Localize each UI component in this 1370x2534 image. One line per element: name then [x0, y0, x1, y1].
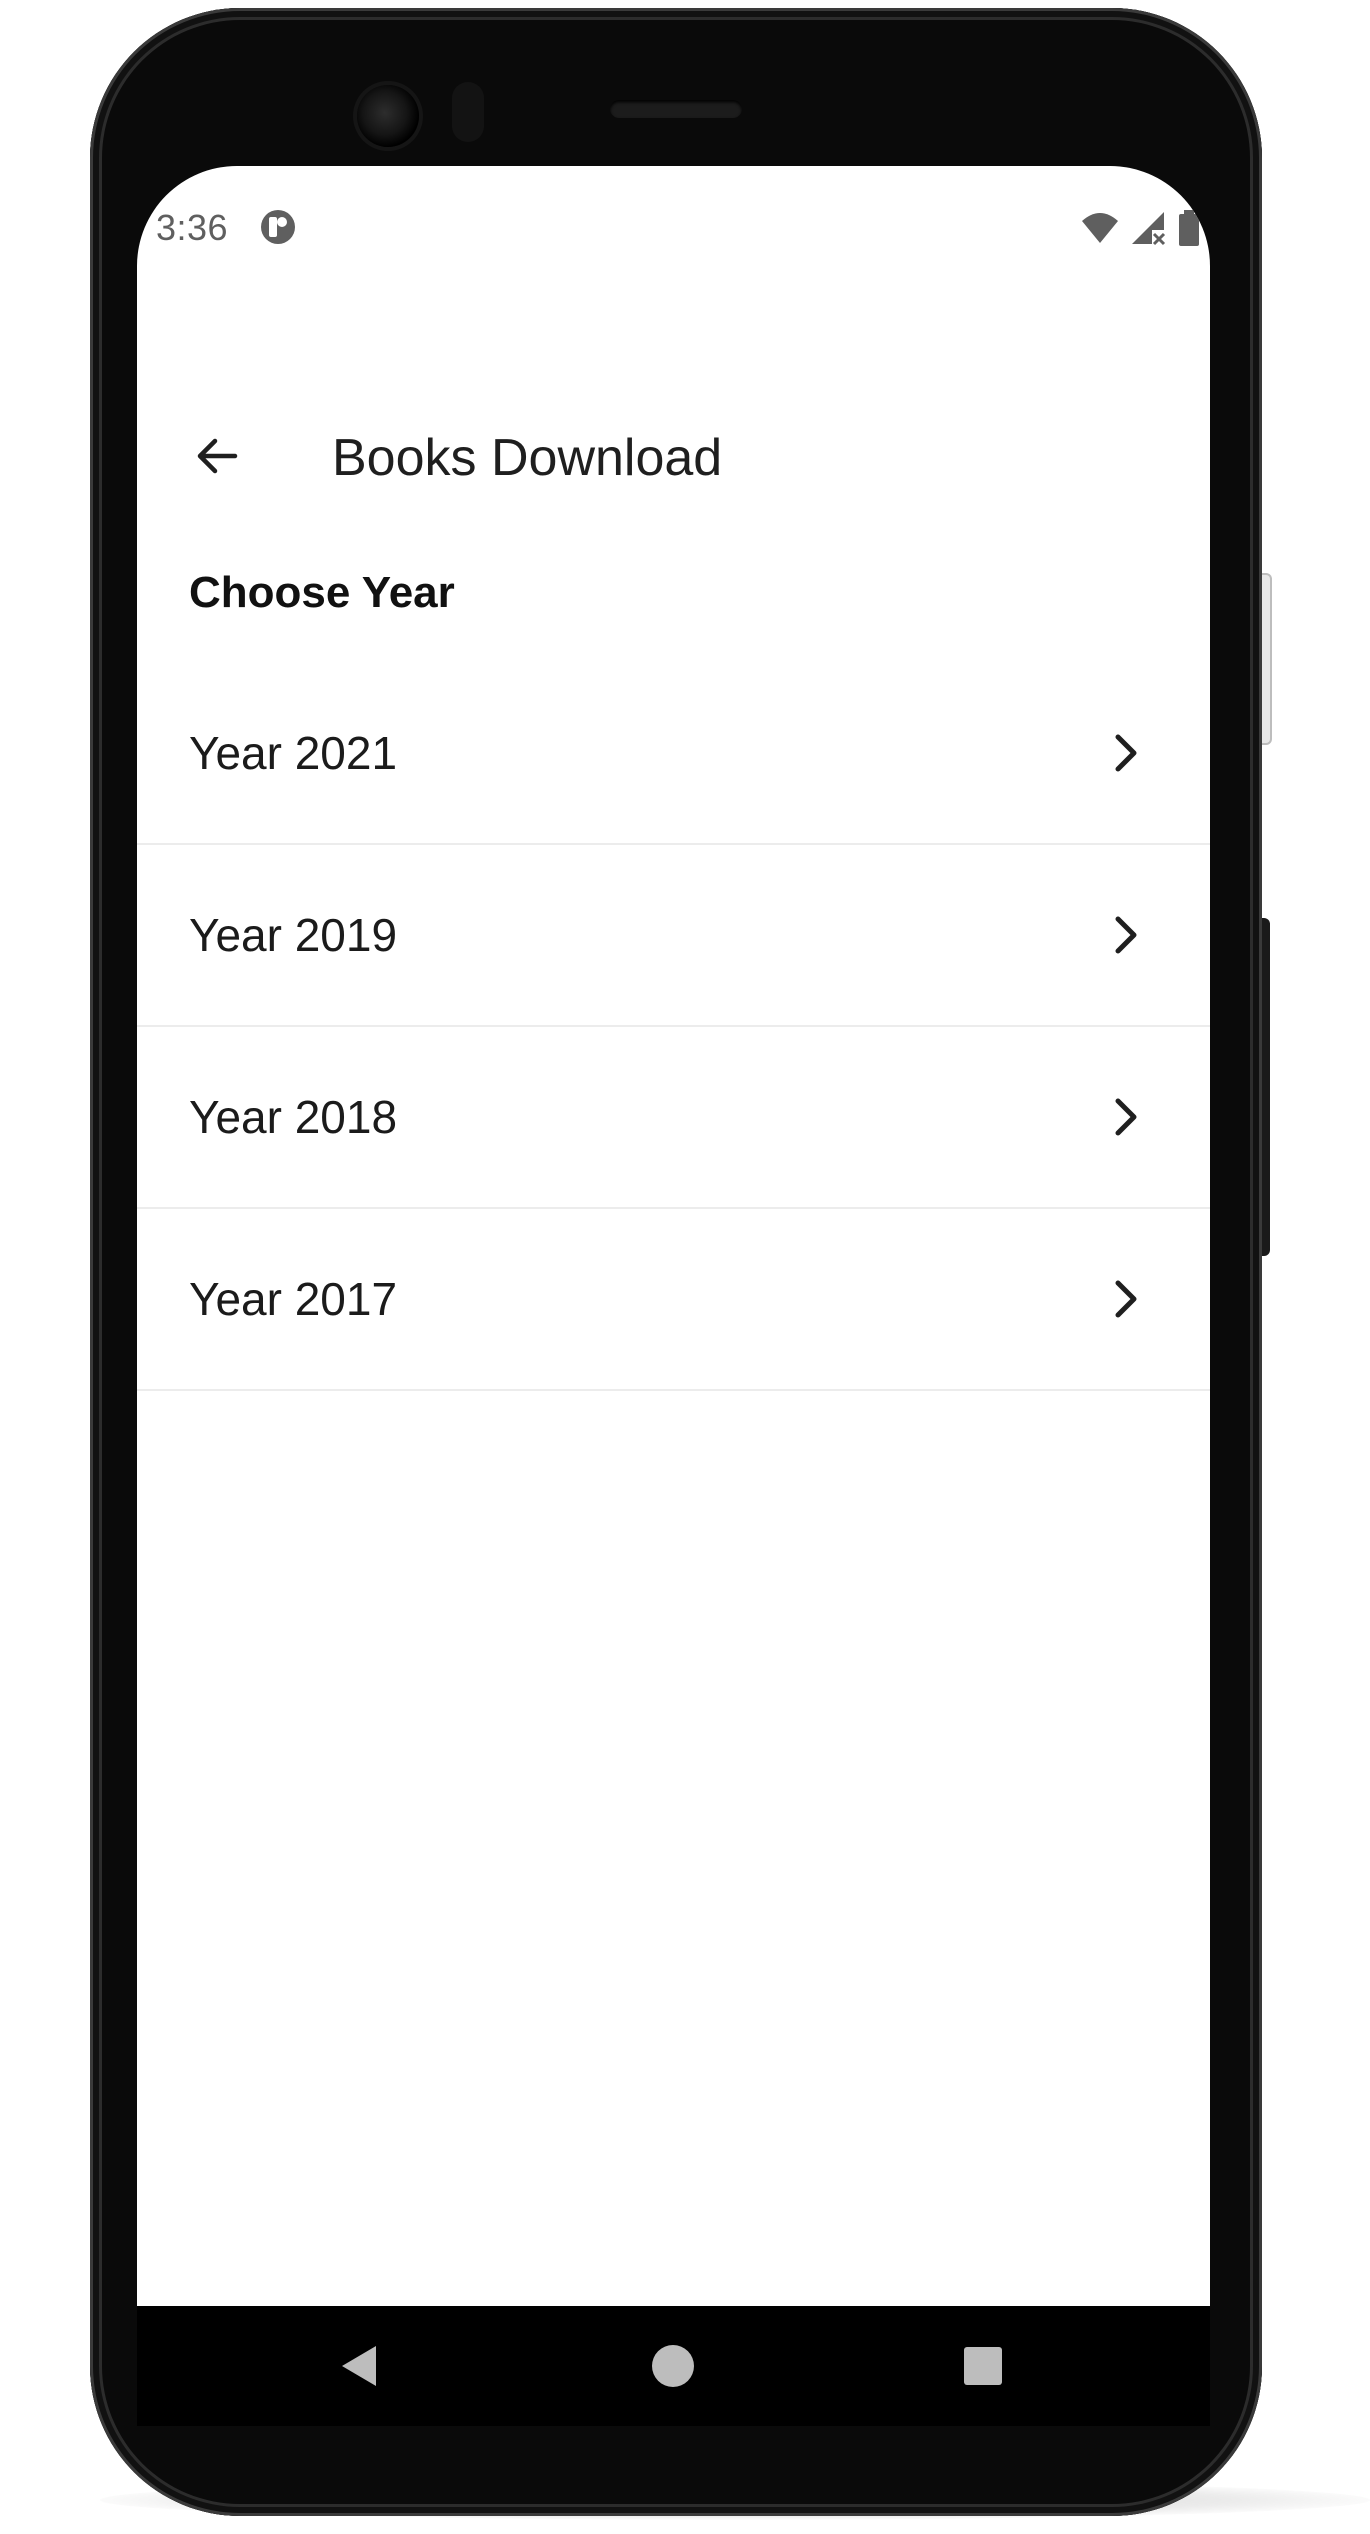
list-item-year-2021[interactable]: Year 2021 [137, 663, 1210, 845]
device-stage: 3:36 Books Download Choose Year Year 202… [0, 0, 1370, 2534]
app-notification-icon [261, 210, 295, 244]
wifi-icon [1082, 213, 1118, 243]
proximity-sensor [452, 82, 484, 142]
back-button[interactable] [173, 412, 261, 500]
chevron-right-icon [1115, 734, 1137, 772]
arrow-back-icon [197, 438, 238, 474]
chevron-right-icon [1115, 916, 1137, 954]
nav-recents-button[interactable] [953, 2336, 1013, 2396]
status-bar: 3:36 [137, 166, 1210, 296]
section-header: Choose Year [189, 568, 455, 617]
back-triangle-icon [342, 2346, 376, 2386]
status-time: 3:36 [156, 207, 229, 248]
nav-back-button[interactable] [328, 2336, 388, 2396]
app-bar: Books Download [137, 386, 1210, 526]
year-label: Year 2021 [189, 727, 398, 779]
year-list: Year 2021 Year 2019 Year 2018 Year 2017 [137, 663, 1210, 1391]
list-item-year-2019[interactable]: Year 2019 [137, 845, 1210, 1027]
status-icons [1080, 208, 1200, 248]
chevron-right-icon [1115, 1098, 1137, 1136]
year-label: Year 2019 [189, 909, 398, 961]
year-label: Year 2018 [189, 1091, 398, 1143]
list-item-year-2017[interactable]: Year 2017 [137, 1209, 1210, 1391]
cellular-no-signal-icon [1132, 212, 1166, 246]
recents-square-icon [964, 2347, 1002, 2385]
chevron-right-icon [1115, 1280, 1137, 1318]
app-screen: 3:36 Books Download Choose Year Year 202… [137, 166, 1210, 2306]
list-item-year-2018[interactable]: Year 2018 [137, 1027, 1210, 1209]
front-camera [357, 85, 419, 147]
nav-home-button[interactable] [643, 2336, 703, 2396]
page-title: Books Download [332, 429, 723, 487]
earpiece-speaker [610, 100, 742, 118]
home-circle-icon [652, 2345, 694, 2387]
battery-icon [1179, 210, 1199, 246]
year-label: Year 2017 [189, 1273, 398, 1325]
